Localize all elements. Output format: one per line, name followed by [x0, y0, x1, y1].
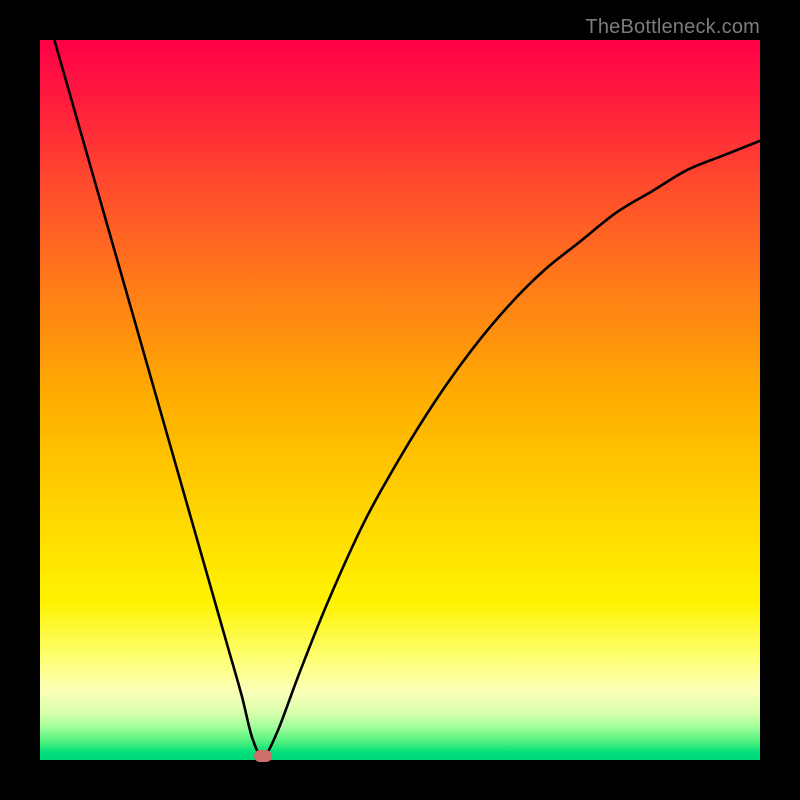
- watermark-text: TheBottleneck.com: [585, 16, 760, 39]
- optimum-marker: [254, 750, 272, 762]
- bottleneck-curve: [40, 40, 760, 760]
- chart-plot-area: [40, 40, 760, 760]
